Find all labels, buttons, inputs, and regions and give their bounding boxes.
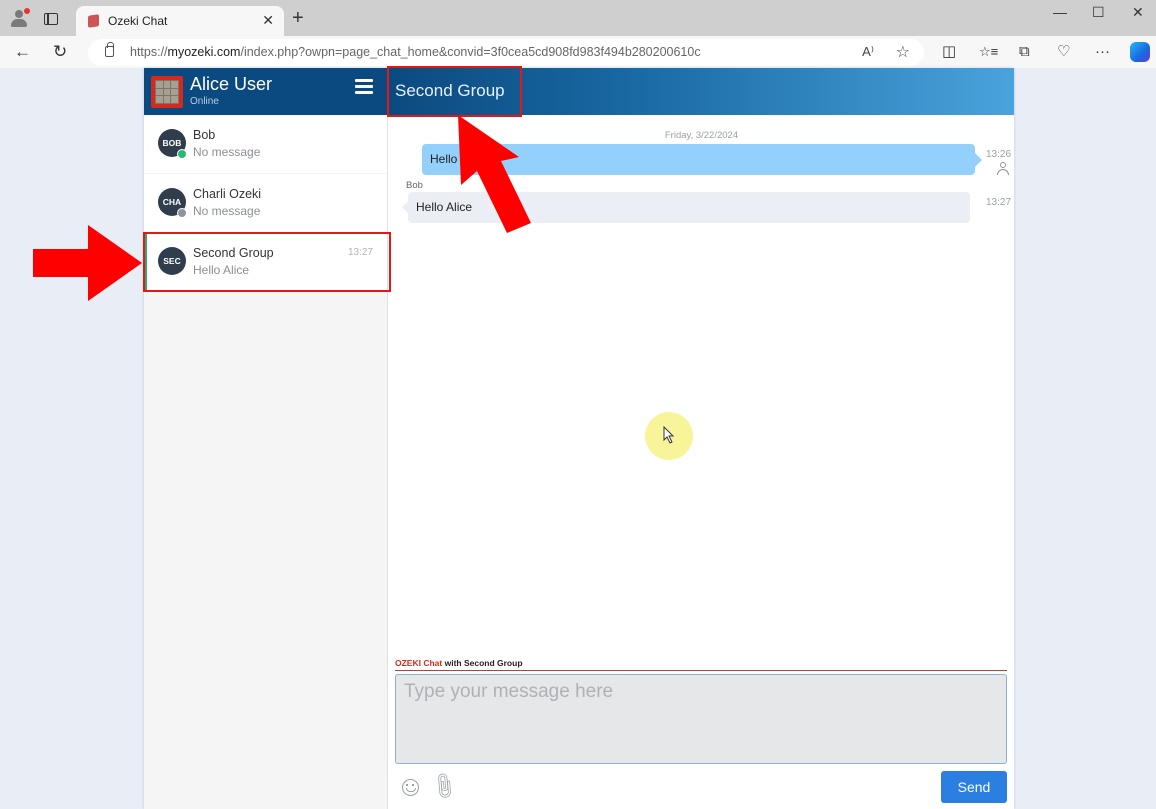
send-button[interactable]: Send	[941, 771, 1007, 803]
browser-health-icon[interactable]: ♡	[1057, 43, 1070, 61]
user-name: Alice User	[190, 74, 273, 94]
contact-last-message: No message	[193, 204, 261, 218]
message-input[interactable]	[395, 674, 1007, 764]
composer-label: OZEKI Chat with Second Group	[395, 658, 1007, 671]
browser-tab[interactable]: Ozeki Chat ✕	[76, 6, 284, 36]
message-time: 13:27	[986, 197, 1012, 208]
message-time: 13:26	[986, 149, 1012, 160]
ozeki-favicon-icon	[88, 14, 99, 28]
more-options-icon[interactable]: ···	[1095, 43, 1110, 61]
contact-name: Charli Ozeki	[193, 187, 262, 201]
presence-offline-icon	[177, 208, 187, 218]
ozeki-logo	[151, 76, 183, 108]
mouse-pointer-icon	[663, 426, 675, 444]
address-bar[interactable]: https://myozeki.com/index.php?owpn=page_…	[88, 39, 924, 66]
ozeki-chat-app: Alice User Online BOB Bob No message CHA…	[144, 68, 1014, 809]
highlight-box-chat-title	[387, 66, 522, 117]
minimize-button[interactable]: —	[1053, 4, 1067, 20]
back-button[interactable]: ←	[14, 42, 31, 62]
presence-online-icon	[177, 149, 187, 159]
user-status: Online	[190, 96, 219, 107]
emoji-icon[interactable]	[402, 779, 419, 796]
sidebar: Alice User Online BOB Bob No message CHA…	[144, 68, 388, 809]
collections-icon[interactable]: ⧉	[1019, 43, 1030, 61]
message-sender: Bob	[406, 180, 423, 191]
tab-actions-icon[interactable]	[44, 13, 58, 25]
annotation-arrow-right-icon	[33, 225, 142, 301]
seen-by-user-icon	[997, 162, 1009, 175]
close-window-button[interactable]: ✕	[1132, 4, 1144, 21]
favorite-star-icon[interactable]: ☆	[896, 42, 910, 62]
mouse-cursor-highlight	[645, 412, 693, 460]
profile-icon[interactable]	[10, 8, 30, 27]
browser-tab-bar: Ozeki Chat ✕ + — ☐ ✕	[0, 0, 1156, 36]
annotation-arrow-up-icon	[458, 115, 531, 233]
maximize-button[interactable]: ☐	[1092, 4, 1105, 21]
contact-name: Bob	[193, 128, 216, 142]
sidebar-header: Alice User Online	[144, 68, 388, 115]
copilot-icon[interactable]	[1130, 42, 1150, 62]
refresh-button[interactable]: ↻	[53, 42, 67, 62]
close-tab-icon[interactable]: ✕	[262, 12, 274, 29]
favorites-icon[interactable]: ☆≡	[979, 43, 998, 61]
split-screen-icon[interactable]: ◫	[942, 43, 956, 61]
tab-title: Ozeki Chat	[108, 14, 168, 28]
contact-item-bob[interactable]: BOB Bob No message	[144, 115, 387, 173]
browser-toolbar: ← ↻ https://myozeki.com/index.php?owpn=p…	[0, 36, 1156, 68]
contact-last-message: No message	[193, 145, 261, 159]
new-tab-button[interactable]: +	[292, 8, 304, 28]
lock-icon[interactable]	[105, 42, 114, 57]
contact-item-charli-ozeki[interactable]: CHA Charli Ozeki No message	[144, 174, 387, 232]
hamburger-menu-icon[interactable]	[355, 79, 373, 94]
attachment-paperclip-icon[interactable]: 📎︎	[427, 771, 459, 803]
url-text[interactable]: https://myozeki.com/index.php?owpn=page_…	[130, 45, 701, 59]
highlight-box-contact	[143, 232, 391, 292]
read-aloud-icon[interactable]: A⁾	[862, 44, 874, 60]
